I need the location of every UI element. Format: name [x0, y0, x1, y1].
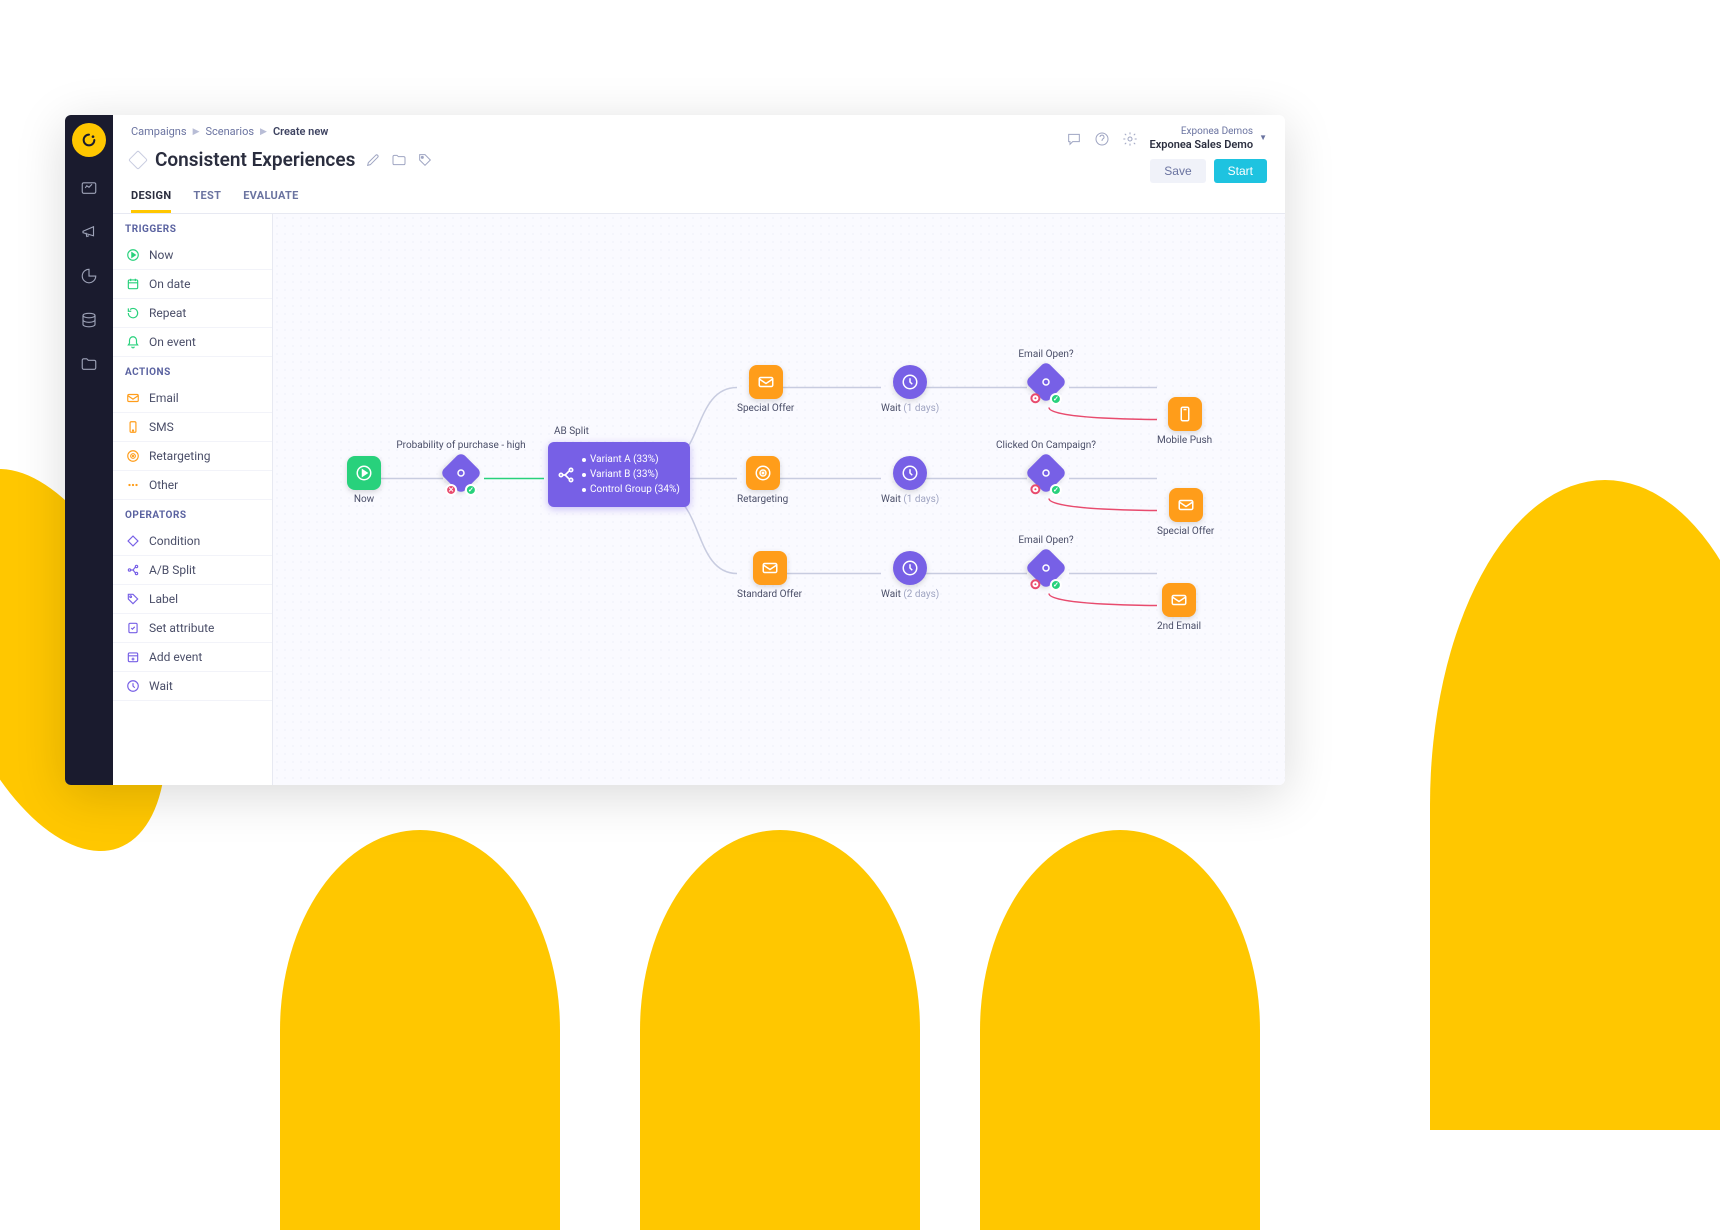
palette-item-email[interactable]: Email [113, 384, 272, 413]
data-icon[interactable] [76, 307, 102, 333]
chat-icon[interactable] [1066, 131, 1082, 147]
palette-item-on-event[interactable]: On event [113, 328, 272, 357]
palette-section-actions: ACTIONS [113, 357, 272, 384]
node-now[interactable]: Now [347, 456, 381, 505]
diamond-icon [128, 150, 148, 170]
node-clicked-campaign[interactable]: Clicked On Campaign? [1031, 458, 1061, 488]
analytics-icon[interactable] [76, 263, 102, 289]
palette-item-sms[interactable]: SMS [113, 413, 272, 442]
palette-item-repeat[interactable]: Repeat [113, 299, 272, 328]
campaigns-icon[interactable] [76, 219, 102, 245]
start-button[interactable]: Start [1214, 159, 1267, 183]
canvas[interactable]: Now Probability of purchase - high AB Sp… [273, 214, 1285, 785]
node-special-offer-2[interactable]: Special Offer [1157, 488, 1214, 537]
folders-icon[interactable] [76, 351, 102, 377]
node-wait-1[interactable]: Wait (1 days) [881, 365, 939, 414]
palette-section-triggers: TRIGGERS [113, 214, 272, 241]
node-mobile-push[interactable]: Mobile Push [1157, 397, 1212, 446]
tab-evaluate[interactable]: EVALUATE [243, 189, 298, 213]
node-email-open-2[interactable]: Email Open? [1031, 553, 1061, 583]
chevron-down-icon: ▼ [1259, 133, 1267, 143]
palette-item-condition[interactable]: Condition [113, 527, 272, 556]
edit-icon[interactable] [365, 152, 381, 168]
palette-item-now[interactable]: Now [113, 241, 272, 270]
tag-icon[interactable] [417, 152, 433, 168]
crumb-campaigns[interactable]: Campaigns [131, 125, 187, 138]
account-demos: Exponea Demos [1150, 125, 1254, 138]
crumb-current: Create new [273, 125, 328, 138]
palette-section-operators: OPERATORS [113, 500, 272, 527]
folder-icon[interactable] [391, 152, 407, 168]
app-window: Campaigns ▶ Scenarios ▶ Create new Consi… [65, 115, 1285, 785]
nav-rail [65, 115, 113, 785]
node-retargeting[interactable]: Retargeting [737, 456, 788, 505]
chevron-right-icon: ▶ [193, 127, 200, 137]
palette-item-label[interactable]: Label [113, 585, 272, 614]
palette-item-other[interactable]: Other [113, 471, 272, 500]
tab-test[interactable]: TEST [193, 189, 221, 213]
node-email-open-1[interactable]: Email Open? [1031, 367, 1061, 397]
page-title: Consistent Experiences [155, 148, 355, 171]
node-standard-offer[interactable]: Standard Offer [737, 551, 802, 600]
help-icon[interactable] [1094, 131, 1110, 147]
account-switcher[interactable]: Exponea Demos Exponea Sales Demo ▼ [1150, 125, 1267, 152]
palette-item-add-event[interactable]: Add event [113, 643, 272, 672]
node-wait-3[interactable]: Wait (2 days) [881, 551, 939, 600]
main-area: Campaigns ▶ Scenarios ▶ Create new Consi… [113, 115, 1285, 785]
node-2nd-email[interactable]: 2nd Email [1157, 583, 1201, 632]
palette-item-set-attribute[interactable]: Set attribute [113, 614, 272, 643]
logo-icon[interactable] [72, 123, 106, 157]
tab-design[interactable]: DESIGN [131, 189, 171, 213]
variant-a: Variant A (33%) [582, 452, 680, 467]
save-button[interactable]: Save [1150, 159, 1205, 183]
node-wait-2[interactable]: Wait (1 days) [881, 456, 939, 505]
palette-item-wait[interactable]: Wait [113, 672, 272, 701]
crumb-scenarios[interactable]: Scenarios [205, 125, 254, 138]
split-icon [556, 465, 576, 485]
palette-item-ab-split[interactable]: A/B Split [113, 556, 272, 585]
control-group: Control Group (34%) [582, 482, 680, 497]
chevron-right-icon: ▶ [260, 127, 267, 137]
variant-b: Variant B (33%) [582, 467, 680, 482]
palette-item-retargeting[interactable]: Retargeting [113, 442, 272, 471]
account-org: Exponea Sales Demo [1150, 138, 1254, 152]
dashboard-icon[interactable] [76, 175, 102, 201]
palette: TRIGGERS Now On date Repeat On event ACT… [113, 214, 273, 785]
node-special-offer[interactable]: Special Offer [737, 365, 794, 414]
tabs: DESIGN TEST EVALUATE [113, 171, 1285, 214]
gear-icon[interactable] [1122, 131, 1138, 147]
node-probability[interactable]: Probability of purchase - high [446, 458, 476, 488]
palette-item-on-date[interactable]: On date [113, 270, 272, 299]
node-ab-split[interactable]: AB Split Variant A (33%) Variant B (33%)… [548, 442, 690, 507]
